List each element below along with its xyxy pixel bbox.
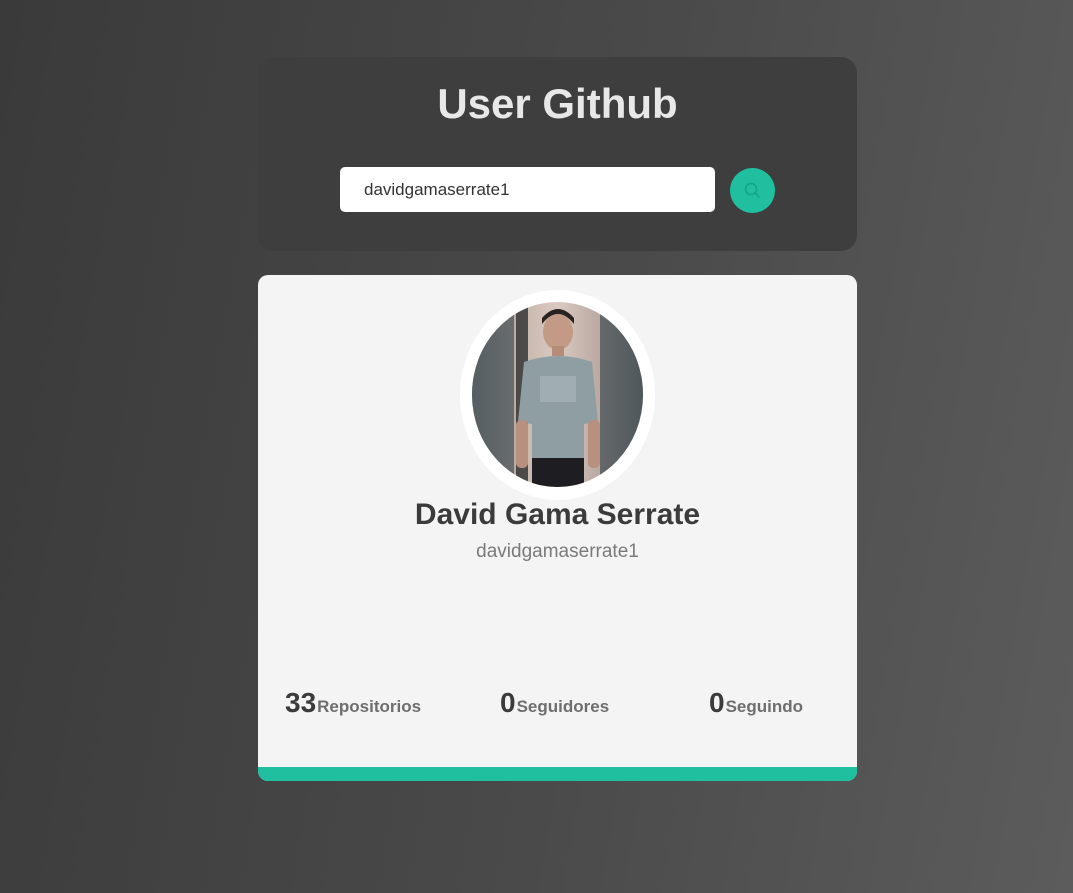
- user-name: David Gama Serrate: [414, 498, 701, 531]
- stat-following: 0 Seguindo: [709, 687, 803, 721]
- card-accent-bar: [258, 767, 857, 781]
- stat-followers: 0 Seguidores: [500, 687, 609, 721]
- avatar-photo: [472, 302, 643, 487]
- stat-value: 0: [709, 687, 725, 718]
- search-panel: User Github: [258, 57, 857, 251]
- stat-label: Seguindo: [725, 697, 804, 716]
- stat-label: Repositorios: [317, 697, 422, 716]
- profile-card: David Gama Serrate davidgamaserrate1 33 …: [258, 275, 857, 781]
- avatar[interactable]: [472, 302, 643, 487]
- user-login[interactable]: davidgamaserrate1: [258, 540, 857, 564]
- stat-label: Seguidores: [516, 697, 610, 716]
- search-input[interactable]: [340, 167, 715, 212]
- search-button[interactable]: [730, 168, 775, 213]
- stat-value: 0: [500, 687, 516, 718]
- stat-value: 33: [285, 687, 317, 718]
- avatar-frame: [460, 290, 655, 500]
- search-icon: [744, 182, 760, 198]
- stat-repositories: 33 Repositorios: [285, 687, 421, 721]
- app-title: User Github: [437, 80, 678, 127]
